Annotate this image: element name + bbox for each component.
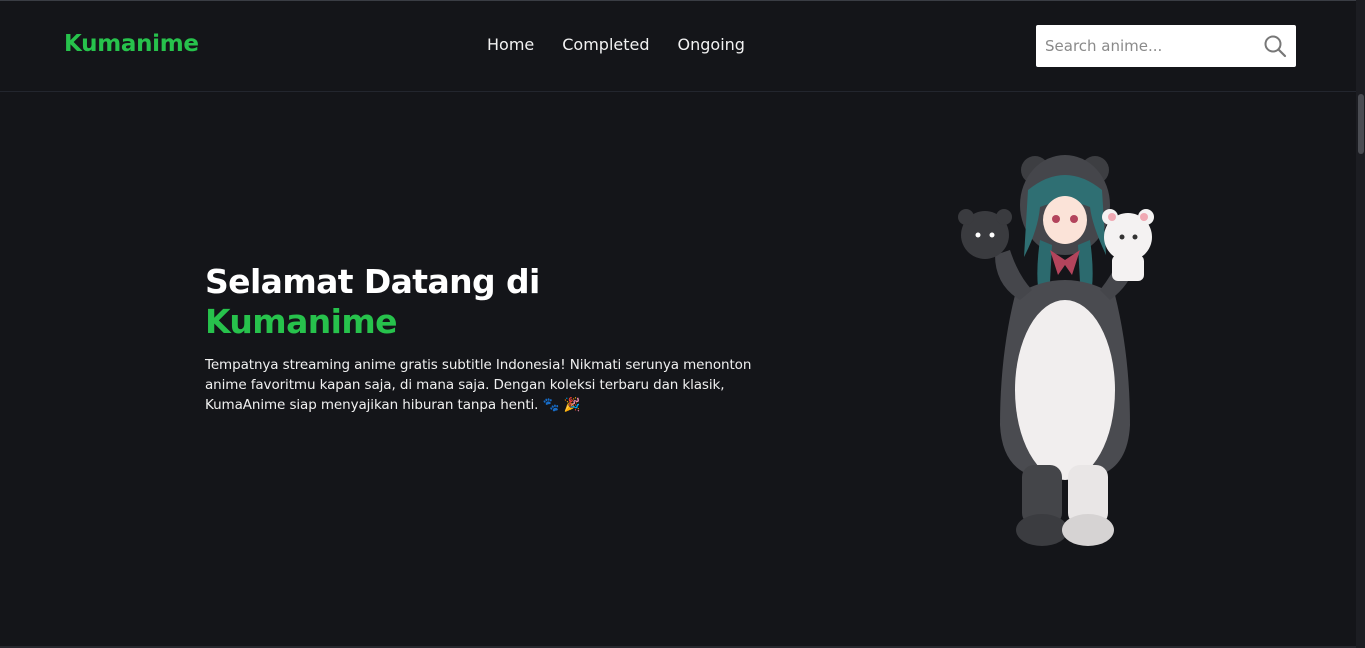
nav-completed-link[interactable]: Completed: [562, 35, 649, 54]
search-box: [1036, 25, 1296, 67]
hero-title-line: Selamat Datang di: [205, 262, 540, 301]
page-scrollbar[interactable]: [1356, 0, 1365, 648]
scrollbar-thumb[interactable]: [1358, 94, 1364, 154]
search-icon: [1264, 35, 1287, 58]
search-input[interactable]: [1036, 25, 1256, 67]
hero-title: Selamat Datang di Kumanime: [205, 262, 765, 342]
nav-ongoing-link[interactable]: Ongoing: [678, 35, 745, 54]
nav-home-link[interactable]: Home: [487, 35, 534, 54]
main-nav: Home Completed Ongoing: [487, 35, 745, 54]
search-button[interactable]: [1262, 33, 1288, 59]
hero-description: Tempatnya streaming anime gratis subtitl…: [205, 357, 752, 413]
site-header: Kumanime Home Completed Ongoing: [0, 1, 1356, 92]
hero-title-brand: Kumanime: [205, 302, 398, 341]
anime-mascot-image: [958, 155, 1154, 546]
site-logo[interactable]: Kumanime: [64, 31, 199, 57]
